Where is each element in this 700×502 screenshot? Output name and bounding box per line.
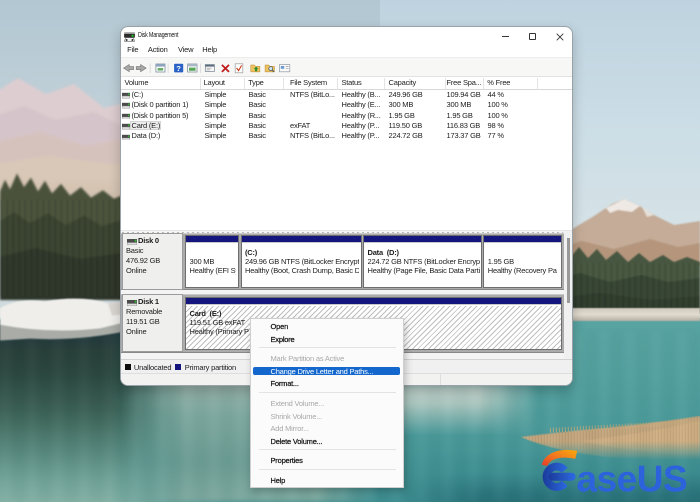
svg-text:?: ? (176, 63, 181, 72)
svg-text:aseUS: aseUS (577, 459, 688, 500)
